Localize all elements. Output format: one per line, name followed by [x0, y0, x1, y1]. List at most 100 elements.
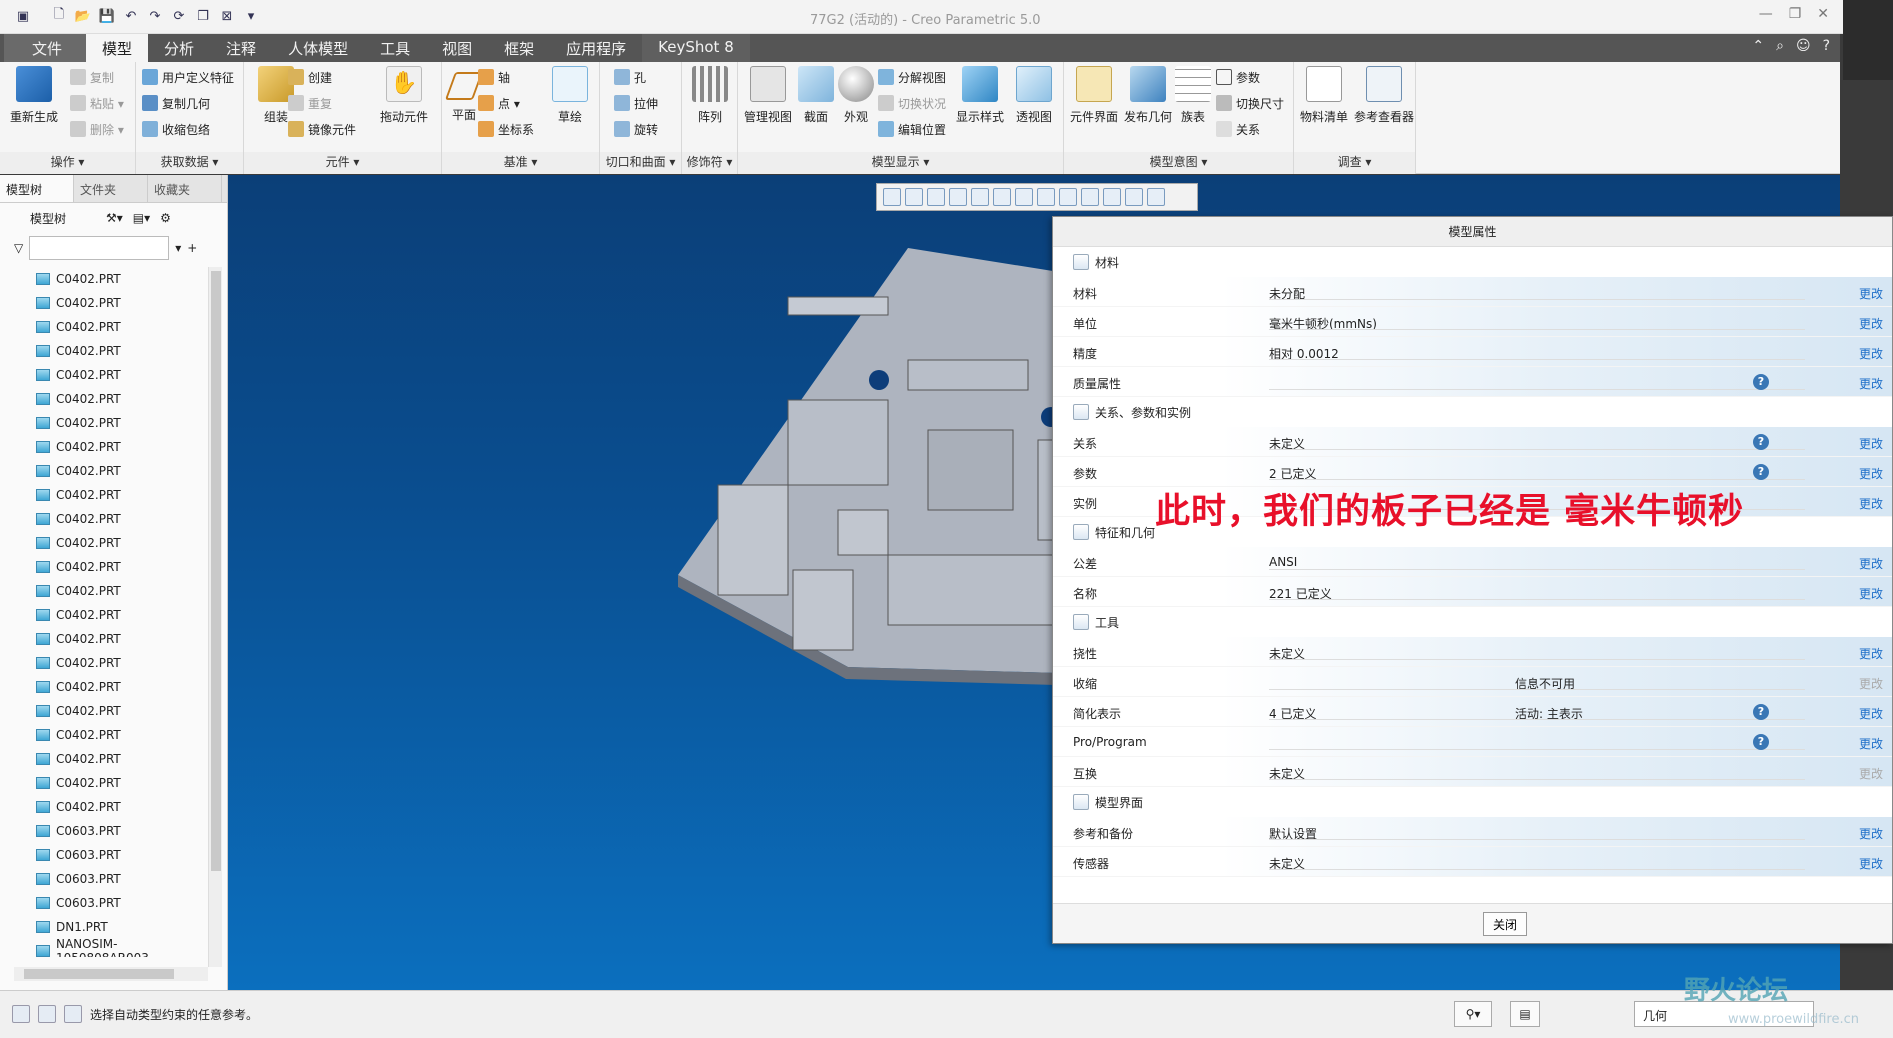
copy-button[interactable]: 复制	[70, 66, 114, 88]
tab-model-tree[interactable]: 模型树	[0, 175, 74, 202]
tree-item[interactable]: C0402.PRT	[0, 675, 210, 699]
mirror-component-button[interactable]: 镜像元件	[288, 118, 356, 140]
info-icon[interactable]: ?	[1753, 464, 1769, 480]
change-link[interactable]: 更改	[1859, 375, 1883, 392]
tree-item[interactable]: C0402.PRT	[0, 723, 210, 747]
group-title-get-data[interactable]: 获取数据 ▾	[136, 152, 243, 174]
regenerate-button[interactable]: 重新生成	[4, 66, 64, 125]
tree-item[interactable]: C0402.PRT	[0, 747, 210, 771]
change-link[interactable]: 更改	[1859, 285, 1883, 302]
tree-item[interactable]: C0402.PRT	[0, 699, 210, 723]
new-file-icon[interactable]: 🗋	[50, 7, 68, 25]
change-link[interactable]: 更改	[1859, 675, 1883, 692]
point-button[interactable]: 点 ▾	[478, 92, 520, 114]
tab-framework[interactable]: 框架	[488, 34, 550, 62]
tree-item[interactable]: C0402.PRT	[0, 435, 210, 459]
close-window-icon[interactable]: ⊠	[218, 7, 236, 25]
tab-model[interactable]: 模型	[86, 34, 149, 62]
add-icon[interactable]: +	[187, 241, 197, 255]
tree-item[interactable]: C0603.PRT	[0, 843, 210, 867]
show-icon[interactable]: ▤▾	[133, 211, 150, 225]
group-title-operations[interactable]: 操作 ▾	[0, 152, 135, 174]
tree-item[interactable]: C0402.PRT	[0, 555, 210, 579]
community-icon[interactable]: ☺	[1796, 38, 1811, 54]
delete-button[interactable]: 删除 ▾	[70, 118, 124, 140]
search-icon[interactable]: ⌕	[1776, 38, 1784, 54]
tree-item[interactable]: C0402.PRT	[0, 771, 210, 795]
change-link[interactable]: 更改	[1859, 555, 1883, 572]
tab-applications[interactable]: 应用程序	[550, 34, 642, 62]
tree-item[interactable]: C0603.PRT	[0, 867, 210, 891]
tree-item[interactable]: C0402.PRT	[0, 291, 210, 315]
change-link[interactable]: 更改	[1859, 315, 1883, 332]
tree-search-input[interactable]	[29, 236, 170, 260]
tab-annotate[interactable]: 注释	[210, 34, 272, 62]
navigator-toggle-icon[interactable]	[12, 1005, 30, 1023]
group-title-modifiers[interactable]: 修饰符 ▾	[682, 152, 737, 174]
funnel-icon[interactable]: ▽	[14, 241, 23, 255]
info-icon[interactable]: ?	[1753, 374, 1769, 390]
info-icon[interactable]: ?	[1753, 704, 1769, 720]
change-link[interactable]: 更改	[1859, 465, 1883, 482]
group-title-model-intent[interactable]: 模型意图 ▾	[1064, 152, 1293, 174]
relations-button[interactable]: 关系	[1216, 118, 1260, 140]
tree-item[interactable]: C0402.PRT	[0, 315, 210, 339]
extrude-button[interactable]: 拉伸	[614, 92, 658, 114]
browser-toggle-icon[interactable]	[38, 1005, 56, 1023]
tree-horizontal-scrollbar[interactable]	[14, 967, 208, 981]
tab-file[interactable]: 文件	[4, 34, 87, 62]
tree-item[interactable]: C0402.PRT	[0, 795, 210, 819]
parameters-button[interactable]: 参数	[1216, 66, 1260, 88]
drag-component-button[interactable]: ✋ 拖动元件	[374, 66, 434, 125]
change-link[interactable]: 更改	[1859, 645, 1883, 662]
tree-item[interactable]: C0402.PRT	[0, 651, 210, 675]
tree-vertical-scrollbar[interactable]	[208, 267, 222, 967]
tab-manikin[interactable]: 人体模型	[272, 34, 364, 62]
family-table-button[interactable]: 族表	[1168, 66, 1218, 125]
edit-position-button[interactable]: 编辑位置	[878, 118, 946, 140]
repeat-button[interactable]: 重复	[288, 92, 332, 114]
component-interface-button[interactable]: 元件界面	[1064, 66, 1124, 125]
change-link[interactable]: 更改	[1859, 585, 1883, 602]
open-folder-icon[interactable]: 📂	[74, 7, 92, 25]
create-component-button[interactable]: 创建	[288, 66, 332, 88]
sketch-button[interactable]: 草绘	[540, 66, 600, 125]
change-link[interactable]: 更改	[1859, 855, 1883, 872]
change-link[interactable]: 更改	[1859, 495, 1883, 512]
save-icon[interactable]: 💾	[98, 7, 116, 25]
tree-item[interactable]: DN1.PRT	[0, 915, 210, 939]
switch-dimensions-button[interactable]: 切换尺寸	[1216, 92, 1284, 114]
minimize-icon[interactable]: —	[1759, 6, 1773, 22]
tab-view[interactable]: 视图	[426, 34, 488, 62]
reference-viewer-button[interactable]: 参考查看器	[1354, 66, 1414, 125]
find-button[interactable]: ⚲▾	[1454, 1001, 1492, 1027]
change-link[interactable]: 更改	[1859, 765, 1883, 782]
change-link[interactable]: 更改	[1859, 345, 1883, 362]
tree-item[interactable]: C0402.PRT	[0, 363, 210, 387]
perspective-button[interactable]: 透视图	[1004, 66, 1064, 125]
change-link[interactable]: 更改	[1859, 735, 1883, 752]
tree-item[interactable]: C0402.PRT	[0, 459, 210, 483]
copy-geometry-button[interactable]: 复制几何	[142, 92, 210, 114]
info-icon[interactable]: ?	[1753, 434, 1769, 450]
csys-button[interactable]: 坐标系	[478, 118, 534, 140]
group-title-model-display[interactable]: 模型显示 ▾	[738, 152, 1063, 174]
app-icon[interactable]: ▣	[14, 7, 32, 25]
tree-item[interactable]: C0402.PRT	[0, 267, 210, 291]
pattern-button[interactable]: 阵列	[680, 66, 740, 125]
shrinkwrap-button[interactable]: 收缩包络	[142, 118, 210, 140]
tree-item[interactable]: C0402.PRT	[0, 531, 210, 555]
group-title-investigate[interactable]: 调查 ▾	[1294, 152, 1415, 174]
tree-item[interactable]: C0402.PRT	[0, 387, 210, 411]
tab-keyshot[interactable]: KeyShot 8	[642, 34, 750, 62]
revolve-button[interactable]: 旋转	[614, 118, 658, 140]
change-link[interactable]: 更改	[1859, 825, 1883, 842]
change-link[interactable]: 更改	[1859, 435, 1883, 452]
info-icon[interactable]: ?	[1753, 734, 1769, 750]
regenerate-icon[interactable]: ⟳	[170, 7, 188, 25]
group-title-datum[interactable]: 基准 ▾	[442, 152, 599, 174]
close-icon[interactable]: ✕	[1817, 6, 1829, 22]
tab-folder-browser[interactable]: 文件夹	[74, 175, 148, 202]
tab-analysis[interactable]: 分析	[148, 34, 210, 62]
bom-button[interactable]: 物料清单	[1294, 66, 1354, 125]
